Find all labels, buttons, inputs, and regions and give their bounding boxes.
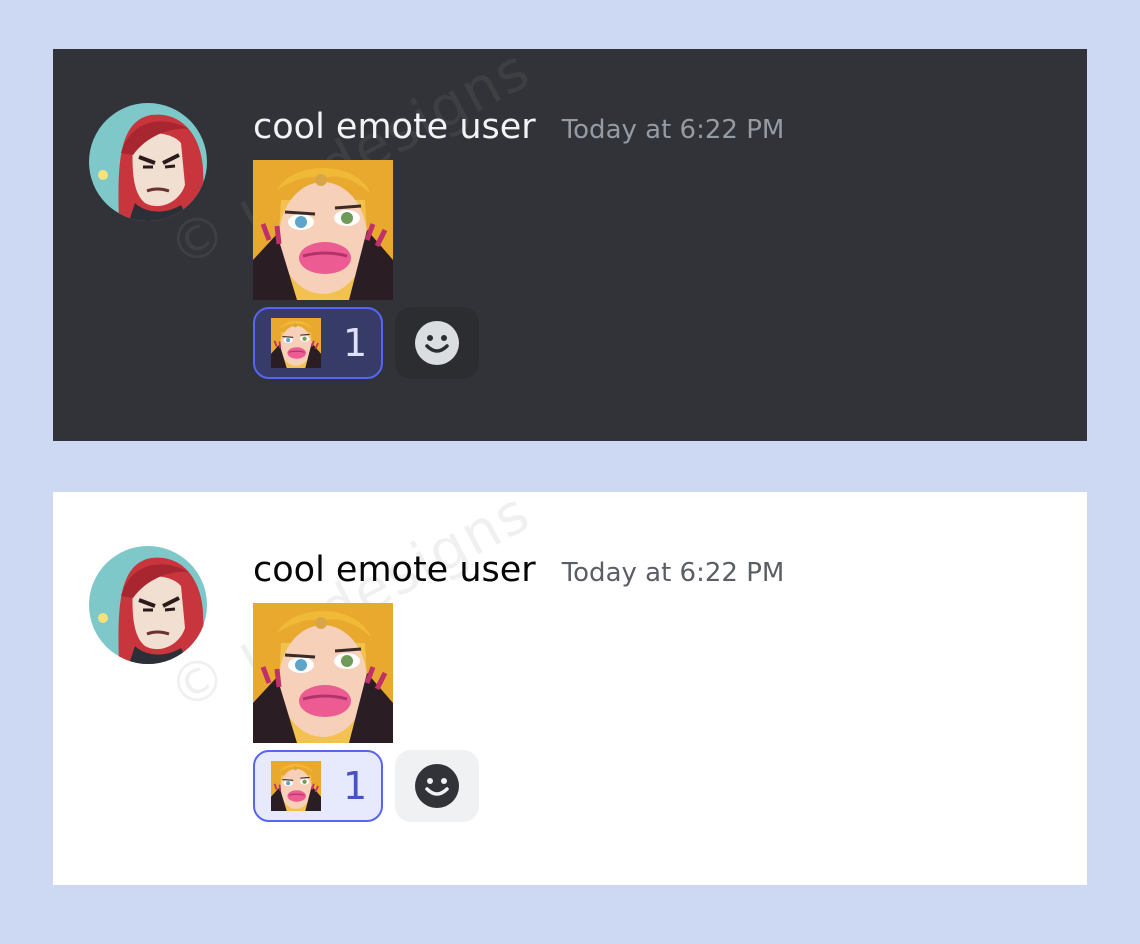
reaction-count: 1 — [343, 321, 368, 365]
avatar[interactable] — [89, 546, 207, 664]
pouty-lips-emote[interactable] — [253, 603, 393, 743]
reactions-bar: 1 — [253, 307, 479, 379]
add-reaction-button[interactable] — [395, 750, 479, 822]
timestamp[interactable]: Today at 6:22 PM — [562, 558, 785, 588]
reaction-count: 1 — [343, 764, 368, 808]
reaction-emote-icon — [271, 761, 321, 811]
reaction-emote-icon — [271, 318, 321, 368]
message-header: cool emote user Today at 6:22 PM — [253, 107, 784, 147]
reactions-bar: 1 — [253, 750, 479, 822]
message-panel-light: © uv designs cool emote user Today at 6:… — [53, 492, 1087, 885]
smiley-icon — [415, 764, 459, 808]
username[interactable]: cool emote user — [253, 107, 536, 147]
smiley-icon — [415, 321, 459, 365]
timestamp[interactable]: Today at 6:22 PM — [562, 115, 785, 145]
reaction-button[interactable]: 1 — [253, 307, 383, 379]
message-panel-dark: © uv designs cool emote user Today at 6:… — [53, 49, 1087, 441]
avatar-image — [89, 103, 207, 221]
add-reaction-button[interactable] — [395, 307, 479, 379]
message-header: cool emote user Today at 6:22 PM — [253, 550, 784, 590]
emote-image — [253, 160, 393, 300]
avatar-image — [89, 546, 207, 664]
username[interactable]: cool emote user — [253, 550, 536, 590]
emote-image — [253, 603, 393, 743]
reaction-button[interactable]: 1 — [253, 750, 383, 822]
pouty-lips-emote[interactable] — [253, 160, 393, 300]
avatar[interactable] — [89, 103, 207, 221]
